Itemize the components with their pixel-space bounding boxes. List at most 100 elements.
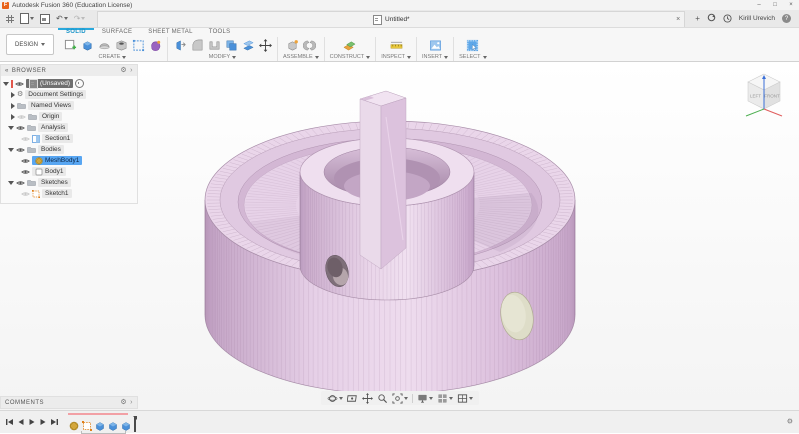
comments-header[interactable]: COMMENTS ⚙ › <box>1 397 137 408</box>
visibility-eye-icon[interactable] <box>16 125 25 131</box>
model-viewport[interactable]: « BROWSER ⚙ › (Unsaved) ⚙ Document Sett <box>0 62 799 410</box>
undo-button[interactable]: ↶ <box>56 15 68 23</box>
group-create-label[interactable]: CREATE <box>99 54 121 60</box>
go-to-start-button[interactable] <box>6 418 14 426</box>
minimize-button[interactable]: – <box>751 2 767 8</box>
visibility-eye-icon[interactable] <box>21 191 30 197</box>
tab-sheet-metal[interactable]: SHEET METAL <box>140 28 200 37</box>
maximize-button[interactable]: □ <box>767 2 783 8</box>
visibility-eye-icon[interactable] <box>21 169 30 175</box>
browser-item-section1[interactable]: Section1 <box>3 133 135 144</box>
step-back-button[interactable] <box>17 418 25 426</box>
new-component-button[interactable] <box>285 38 299 52</box>
joint-button[interactable] <box>302 38 316 52</box>
measure-button[interactable] <box>389 38 403 52</box>
browser-item-analysis[interactable]: Analysis <box>3 122 135 133</box>
data-panel-toggle-button[interactable] <box>6 15 14 23</box>
job-status-button[interactable] <box>707 13 716 24</box>
expander-icon[interactable] <box>8 181 14 185</box>
timeline-playhead[interactable] <box>134 417 136 432</box>
group-select-label[interactable]: SELECT <box>459 54 480 60</box>
visibility-eye-icon[interactable] <box>15 81 24 87</box>
panel-chevron-icon[interactable]: › <box>130 399 133 406</box>
group-modify-label[interactable]: MODIFY <box>209 54 230 60</box>
browser-item-origin[interactable]: Origin <box>3 111 135 122</box>
move-button[interactable] <box>258 38 272 52</box>
activate-component-icon[interactable] <box>75 79 84 88</box>
recent-activity-button[interactable] <box>723 14 732 23</box>
browser-item-body1[interactable]: Body1 <box>3 166 135 177</box>
grid-snaps-button[interactable] <box>437 393 453 404</box>
document-tab[interactable]: Untitled* × <box>97 11 685 27</box>
browser-item-document-settings[interactable]: ⚙ Document Settings <box>3 89 135 100</box>
knob-key-tab[interactable] <box>360 91 406 269</box>
workspace-switcher[interactable]: DESIGN <box>6 34 54 55</box>
expander-icon[interactable] <box>8 148 14 152</box>
save-button[interactable] <box>40 14 50 24</box>
file-icon <box>20 13 29 24</box>
create-sketch-button[interactable] <box>63 38 77 52</box>
step-forward-button[interactable] <box>39 418 47 426</box>
browser-item-sketch1[interactable]: Sketch1 <box>3 188 135 199</box>
fillet-button[interactable] <box>190 38 204 52</box>
expander-icon[interactable] <box>11 114 15 120</box>
close-tab-icon[interactable]: × <box>676 16 680 23</box>
orbit-button[interactable] <box>327 393 343 404</box>
view-cube[interactable]: LEFT FRONT <box>739 66 789 122</box>
user-name[interactable]: Kirill Urevich <box>739 15 775 22</box>
look-at-button[interactable] <box>347 393 358 404</box>
timeline-settings-icon[interactable]: ⚙ <box>787 419 793 426</box>
panel-chevron-icon[interactable]: › <box>130 67 133 74</box>
file-menu-button[interactable] <box>20 13 34 24</box>
hole-button[interactable] <box>114 38 128 52</box>
browser-item-sketches[interactable]: Sketches <box>3 177 135 188</box>
group-insert-label[interactable]: INSERT <box>422 54 442 60</box>
visibility-eye-icon[interactable] <box>21 136 30 142</box>
viewports-button[interactable] <box>457 393 473 404</box>
browser-item-root[interactable]: (Unsaved) <box>3 78 135 89</box>
visibility-eye-icon[interactable] <box>17 114 26 120</box>
go-to-end-button[interactable] <box>50 418 58 426</box>
insert-canvas-button[interactable] <box>428 38 442 52</box>
visibility-eye-icon[interactable] <box>16 180 25 186</box>
redo-button[interactable]: ↷ <box>74 15 86 23</box>
play-button[interactable] <box>28 418 36 426</box>
display-settings-button[interactable] <box>417 393 433 404</box>
timeline-feature-mesh[interactable] <box>68 421 79 432</box>
revolve-button[interactable] <box>97 38 111 52</box>
construct-plane-button[interactable] <box>343 38 357 52</box>
combine-button[interactable] <box>224 38 238 52</box>
box-button[interactable] <box>131 38 145 52</box>
extrude-button[interactable] <box>80 38 94 52</box>
offset-face-button[interactable] <box>241 38 255 52</box>
expander-icon[interactable] <box>11 92 15 98</box>
browser-item-named-views[interactable]: Named Views <box>3 100 135 111</box>
close-button[interactable]: × <box>783 2 799 8</box>
browser-item-meshbody1[interactable]: MeshBody1 <box>3 155 135 166</box>
expander-icon[interactable] <box>3 82 9 86</box>
tab-tools[interactable]: TOOLS <box>201 28 239 37</box>
browser-item-bodies[interactable]: Bodies <box>3 144 135 155</box>
group-construct-label[interactable]: CONSTRUCT <box>330 54 365 60</box>
collapse-panel-icon[interactable]: « <box>5 68 9 74</box>
expander-icon[interactable] <box>11 103 15 109</box>
panel-settings-icon[interactable]: ⚙ <box>120 399 127 406</box>
create-form-button[interactable] <box>148 38 162 52</box>
shell-button[interactable] <box>207 38 221 52</box>
tab-surface[interactable]: SURFACE <box>94 28 140 37</box>
expander-icon[interactable] <box>8 126 14 130</box>
fit-button[interactable] <box>392 393 408 404</box>
tab-solid[interactable]: SOLID <box>58 28 94 37</box>
pan-button[interactable] <box>362 393 373 404</box>
group-assemble-label[interactable]: ASSEMBLE <box>283 54 313 60</box>
visibility-eye-icon[interactable] <box>21 158 30 164</box>
help-button[interactable]: ? <box>782 14 791 23</box>
new-tab-button[interactable]: + <box>695 14 700 23</box>
zoom-button[interactable] <box>377 393 388 404</box>
browser-header[interactable]: « BROWSER ⚙ › <box>1 65 137 76</box>
group-inspect-label[interactable]: INSPECT <box>381 54 405 60</box>
visibility-eye-icon[interactable] <box>16 147 25 153</box>
select-button[interactable] <box>466 38 480 52</box>
panel-settings-icon[interactable]: ⚙ <box>120 67 127 74</box>
press-pull-button[interactable] <box>173 38 187 52</box>
